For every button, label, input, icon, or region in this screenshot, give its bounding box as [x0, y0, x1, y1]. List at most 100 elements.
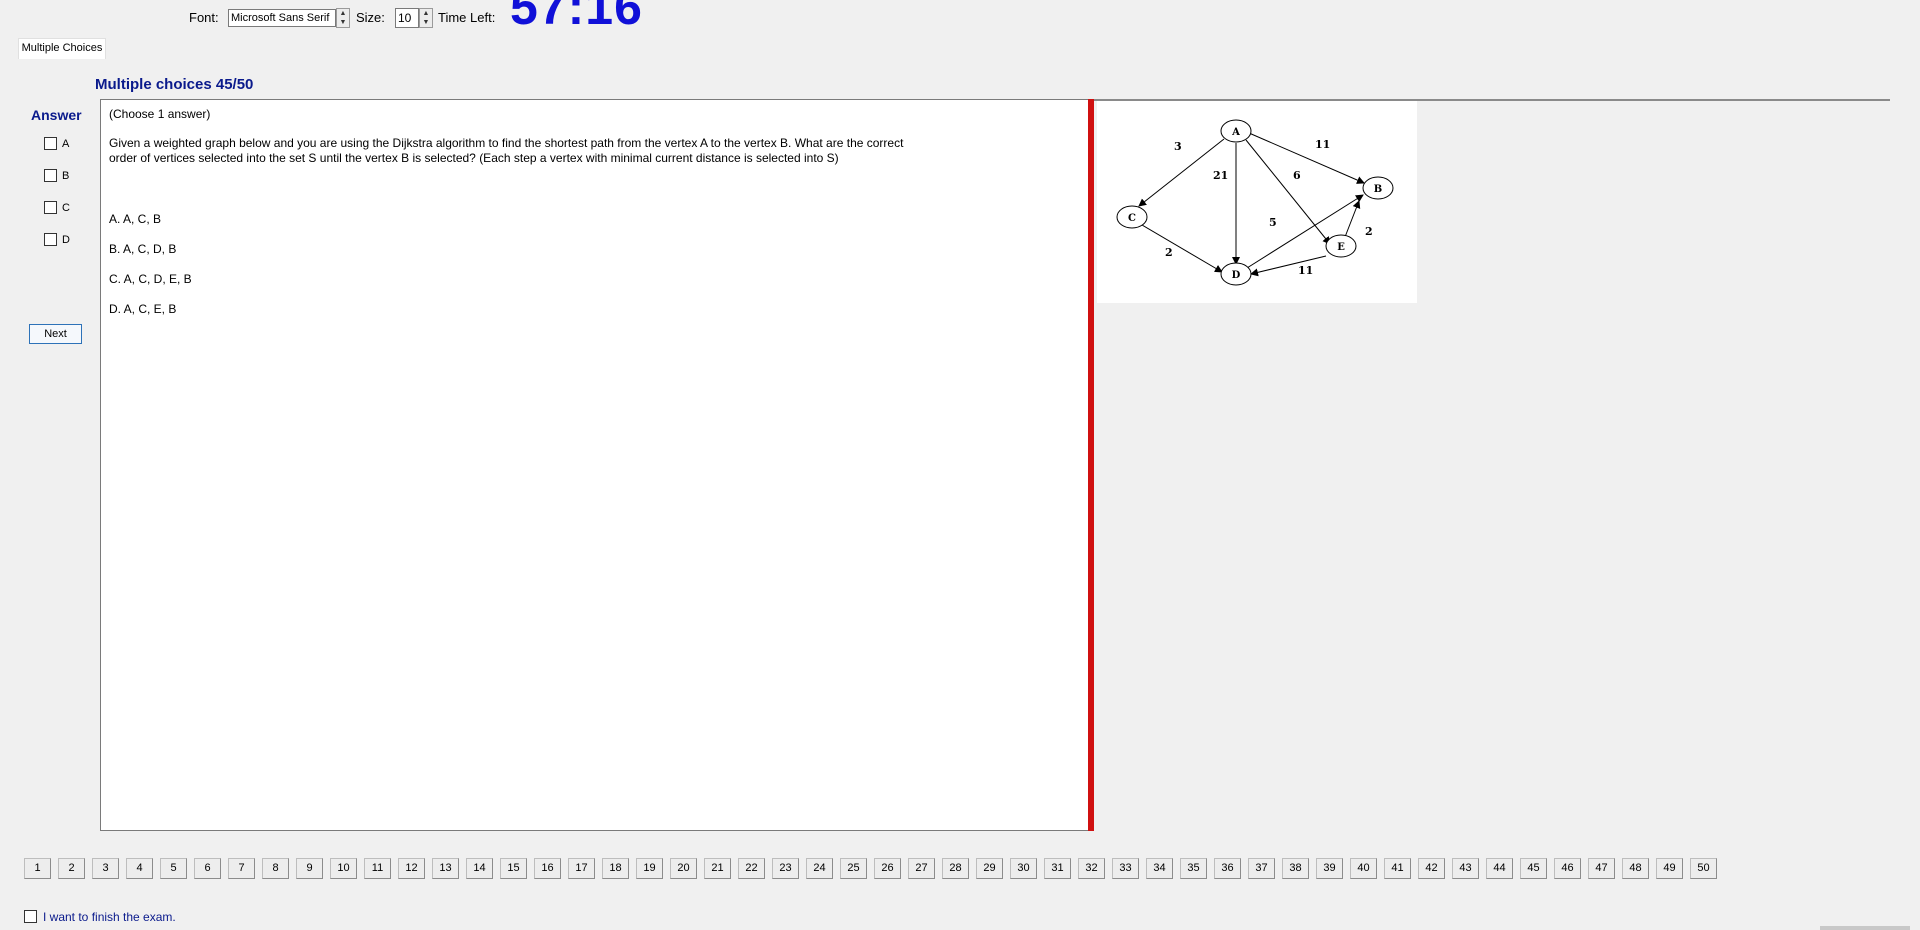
- question-nav-button[interactable]: 6: [194, 858, 221, 879]
- question-nav-button[interactable]: 10: [330, 858, 357, 879]
- answer-option-a[interactable]: A: [44, 135, 69, 151]
- question-nav-button[interactable]: 5: [160, 858, 187, 879]
- node-d-label: D: [1232, 270, 1241, 281]
- question-nav-button[interactable]: 3: [92, 858, 119, 879]
- question-nav-button[interactable]: 2: [58, 858, 85, 879]
- question-nav-button[interactable]: 43: [1452, 858, 1479, 879]
- question-nav-button[interactable]: 28: [942, 858, 969, 879]
- question-nav-button[interactable]: 26: [874, 858, 901, 879]
- question-nav-button[interactable]: 31: [1044, 858, 1071, 879]
- size-spinner-icon[interactable]: ▲ ▼: [419, 8, 433, 28]
- timer-display: 57:16: [510, 0, 643, 35]
- question-nav-button[interactable]: 21: [704, 858, 731, 879]
- question-nav-button[interactable]: 48: [1622, 858, 1649, 879]
- font-spinner-icon[interactable]: ▲ ▼: [336, 8, 350, 28]
- choice-c: C. A, C, D, E, B: [109, 272, 192, 286]
- question-nav-button[interactable]: 14: [466, 858, 493, 879]
- checkbox-icon[interactable]: [44, 233, 57, 247]
- choice-d: D. A, C, E, B: [109, 302, 177, 316]
- panel-splitter[interactable]: [1088, 99, 1094, 831]
- tab-multiple-choices[interactable]: Multiple Choices: [18, 38, 106, 59]
- question-nav-button[interactable]: 15: [500, 858, 527, 879]
- question-nav-button[interactable]: 40: [1350, 858, 1377, 879]
- answer-option-b[interactable]: B: [44, 167, 69, 183]
- question-nav-button[interactable]: 39: [1316, 858, 1343, 879]
- question-instruction: (Choose 1 answer): [109, 107, 211, 121]
- checkbox-icon[interactable]: [24, 910, 37, 924]
- choice-b: B. A, C, D, B: [109, 242, 177, 256]
- answer-option-d[interactable]: D: [44, 231, 70, 247]
- finish-exam-label: I want to finish the exam.: [43, 909, 176, 924]
- question-nav-button[interactable]: 45: [1520, 858, 1547, 879]
- time-left-label: Time Left:: [438, 10, 496, 25]
- question-nav-button[interactable]: 27: [908, 858, 935, 879]
- question-nav-button[interactable]: 16: [534, 858, 561, 879]
- question-nav-button[interactable]: 36: [1214, 858, 1241, 879]
- question-nav-button[interactable]: 23: [772, 858, 799, 879]
- question-nav-button[interactable]: 30: [1010, 858, 1037, 879]
- weight-a-d: 21: [1213, 169, 1228, 182]
- question-nav-button[interactable]: 33: [1112, 858, 1139, 879]
- question-nav-button[interactable]: 24: [806, 858, 833, 879]
- next-button[interactable]: Next: [29, 324, 82, 344]
- node-a-label: A: [1231, 127, 1240, 138]
- edge-a-e: [1245, 139, 1331, 245]
- weight-e-d: 11: [1298, 264, 1313, 277]
- node-a: A: [1220, 119, 1252, 143]
- font-select[interactable]: Microsoft Sans Serif: [228, 9, 336, 27]
- size-label: Size:: [356, 10, 385, 25]
- question-nav-button[interactable]: 13: [432, 858, 459, 879]
- question-nav-button[interactable]: 42: [1418, 858, 1445, 879]
- question-nav-button[interactable]: 1: [24, 858, 51, 879]
- section-title: Multiple choices 45/50: [95, 76, 254, 93]
- status-bar: [1820, 926, 1910, 930]
- graph-image: 3 21 6 11 2 5 2 11 A B C D E: [1097, 101, 1417, 303]
- question-nav-button[interactable]: 46: [1554, 858, 1581, 879]
- node-b-label: B: [1374, 184, 1382, 195]
- choice-a: A. A, C, B: [109, 212, 162, 226]
- question-nav-button[interactable]: 35: [1180, 858, 1207, 879]
- checkbox-icon[interactable]: [44, 201, 57, 215]
- question-nav-button[interactable]: 18: [602, 858, 629, 879]
- edge-a-b: [1248, 132, 1365, 184]
- answer-option-c[interactable]: C: [44, 199, 70, 215]
- question-nav-button[interactable]: 7: [228, 858, 255, 879]
- answer-option-label: D: [62, 233, 70, 246]
- question-nav-button[interactable]: 17: [568, 858, 595, 879]
- edge-e-b: [1344, 200, 1361, 238]
- answer-option-label: B: [62, 169, 70, 182]
- question-nav-button[interactable]: 4: [126, 858, 153, 879]
- node-c: C: [1116, 205, 1148, 229]
- answer-heading: Answer: [31, 107, 82, 123]
- question-nav-button[interactable]: 29: [976, 858, 1003, 879]
- question-nav-button[interactable]: 8: [262, 858, 289, 879]
- question-nav-button[interactable]: 37: [1248, 858, 1275, 879]
- weight-e-b: 2: [1365, 225, 1373, 238]
- question-nav-button[interactable]: 50: [1690, 858, 1717, 879]
- weight-c-d: 2: [1165, 246, 1173, 259]
- question-nav-button[interactable]: 32: [1078, 858, 1105, 879]
- question-nav-button[interactable]: 44: [1486, 858, 1513, 879]
- finish-exam-option[interactable]: I want to finish the exam.: [24, 908, 176, 924]
- question-nav-button[interactable]: 34: [1146, 858, 1173, 879]
- checkbox-icon[interactable]: [44, 169, 57, 183]
- question-nav-button[interactable]: 20: [670, 858, 697, 879]
- weight-a-e: 6: [1293, 169, 1301, 182]
- question-nav-button[interactable]: 19: [636, 858, 663, 879]
- weight-d-b: 5: [1269, 216, 1277, 229]
- question-nav-button[interactable]: 25: [840, 858, 867, 879]
- node-c-label: C: [1128, 213, 1136, 224]
- question-nav-button[interactable]: 38: [1282, 858, 1309, 879]
- question-nav-button[interactable]: 11: [364, 858, 391, 879]
- question-nav-button[interactable]: 9: [296, 858, 323, 879]
- node-d: D: [1220, 262, 1252, 286]
- question-nav-button[interactable]: 12: [398, 858, 425, 879]
- question-nav-button[interactable]: 47: [1588, 858, 1615, 879]
- question-nav-button[interactable]: 41: [1384, 858, 1411, 879]
- checkbox-icon[interactable]: [44, 137, 57, 151]
- question-panel: (Choose 1 answer) Given a weighted graph…: [100, 99, 1090, 831]
- edge-c-d: [1141, 224, 1223, 273]
- size-input[interactable]: 10: [395, 8, 419, 28]
- question-nav-button[interactable]: 22: [738, 858, 765, 879]
- question-nav-button[interactable]: 49: [1656, 858, 1683, 879]
